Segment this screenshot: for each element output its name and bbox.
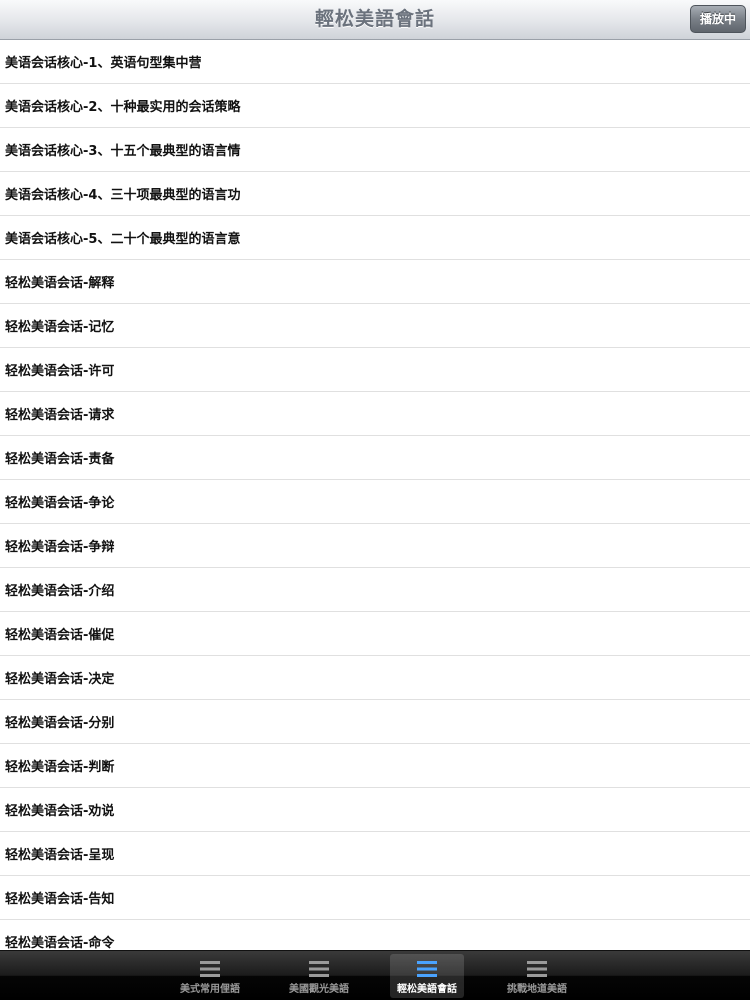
list-item[interactable]: 轻松美语会话-决定 bbox=[0, 656, 750, 700]
list-icon bbox=[417, 961, 437, 977]
list-item[interactable]: 轻松美语会话-争辩 bbox=[0, 524, 750, 568]
list-item[interactable]: 轻松美语会话-告知 bbox=[0, 876, 750, 920]
list-item[interactable]: 轻松美语会话-责备 bbox=[0, 436, 750, 480]
now-playing-button[interactable]: 播放中 bbox=[690, 5, 746, 33]
tab-american-slang[interactable]: 美式常用俚語 bbox=[173, 954, 247, 998]
list-item[interactable]: 美语会话核心-5、二十个最典型的语言意 bbox=[0, 216, 750, 260]
tab-easy-conversation[interactable]: 輕松美語會話 bbox=[390, 954, 464, 998]
list-item[interactable]: 轻松美语会话-催促 bbox=[0, 612, 750, 656]
list-item[interactable]: 轻松美语会话-分别 bbox=[0, 700, 750, 744]
list-icon bbox=[309, 961, 329, 977]
list-icon bbox=[200, 961, 220, 977]
list-item[interactable]: 轻松美语会话-记忆 bbox=[0, 304, 750, 348]
tab-authentic-english[interactable]: 挑戰地道美語 bbox=[500, 954, 574, 998]
tab-label: 美式常用俚語 bbox=[180, 984, 240, 995]
tab-bar: 美式常用俚語 美國觀光美語 輕松美語會話 挑戰地道美語 bbox=[0, 950, 750, 1000]
list-item[interactable]: 轻松美语会话-请求 bbox=[0, 392, 750, 436]
list-item[interactable]: 美语会话核心-2、十种最实用的会话策略 bbox=[0, 84, 750, 128]
list-item[interactable]: 轻松美语会话-争论 bbox=[0, 480, 750, 524]
list-item[interactable]: 轻松美语会话-劝说 bbox=[0, 788, 750, 832]
page-title: 輕松美語會話 bbox=[314, 8, 435, 30]
list-item[interactable]: 轻松美语会话-介绍 bbox=[0, 568, 750, 612]
navigation-bar: 輕松美語會話 播放中 bbox=[0, 0, 750, 40]
tab-label: 輕松美語會話 bbox=[397, 984, 457, 995]
list-item[interactable]: 美语会话核心-4、三十项最典型的语言功 bbox=[0, 172, 750, 216]
list-icon bbox=[527, 961, 547, 977]
tab-label: 美國觀光美語 bbox=[289, 984, 349, 995]
list-item[interactable]: 轻松美语会话-解释 bbox=[0, 260, 750, 304]
list-item[interactable]: 轻松美语会话-命令 bbox=[0, 920, 750, 950]
tab-travel-english[interactable]: 美國觀光美語 bbox=[282, 954, 356, 998]
list-item[interactable]: 轻松美语会话-许可 bbox=[0, 348, 750, 392]
tab-label: 挑戰地道美語 bbox=[507, 984, 567, 995]
list-item[interactable]: 轻松美语会话-判断 bbox=[0, 744, 750, 788]
list-item[interactable]: 轻松美语会话-呈现 bbox=[0, 832, 750, 876]
conversation-list: 美语会话核心-1、英语句型集中营 美语会话核心-2、十种最实用的会话策略 美语会… bbox=[0, 40, 750, 950]
list-item[interactable]: 美语会话核心-1、英语句型集中营 bbox=[0, 40, 750, 84]
list-item[interactable]: 美语会话核心-3、十五个最典型的语言情 bbox=[0, 128, 750, 172]
